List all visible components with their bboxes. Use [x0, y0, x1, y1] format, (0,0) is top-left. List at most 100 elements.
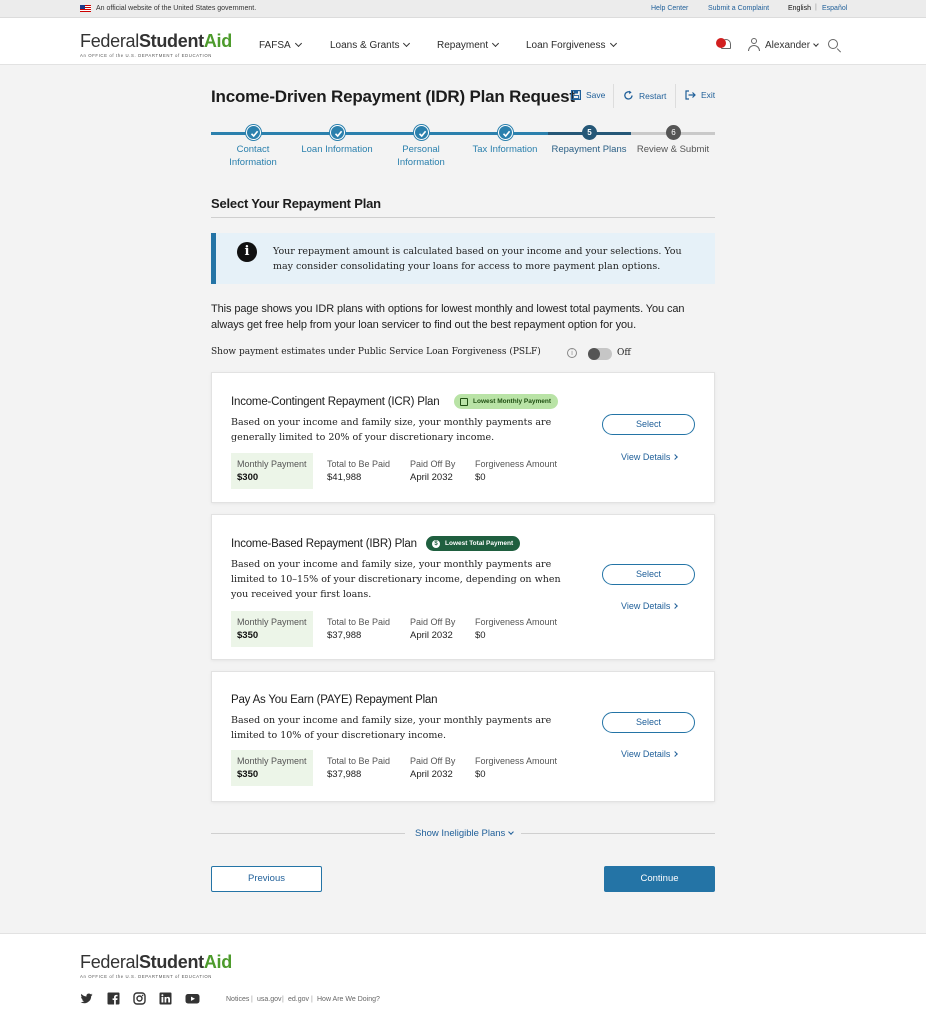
- stat-paid-off: Paid Off By April 2032: [410, 756, 456, 780]
- plan-description: Based on your income and family size, yo…: [231, 715, 552, 741]
- divider: [211, 833, 405, 834]
- youtube-icon[interactable]: [185, 992, 200, 1005]
- step-1-checkmark-icon: [246, 125, 261, 140]
- step-label-personal[interactable]: Personal Information: [391, 144, 451, 169]
- language-separator: |: [815, 4, 817, 11]
- linkedin-icon[interactable]: [159, 992, 172, 1005]
- info-alert: i Your repayment amount is calculated ba…: [211, 233, 715, 284]
- plan-description: Based on your income and family size, yo…: [231, 417, 552, 443]
- previous-button[interactable]: Previous: [211, 866, 322, 892]
- instagram-icon[interactable]: [133, 992, 146, 1005]
- stat-forgiveness: Forgiveness Amount $0: [475, 617, 558, 641]
- continue-button[interactable]: Continue: [604, 866, 715, 892]
- step-label-loan[interactable]: Loan Information: [298, 144, 376, 157]
- spanish-link[interactable]: Español: [822, 5, 847, 12]
- twitter-icon[interactable]: [80, 992, 93, 1005]
- stat-total: Total to Be Paid $41,988: [327, 459, 391, 483]
- help-center-link[interactable]: Help Center: [651, 5, 688, 12]
- view-details-link[interactable]: View Details: [621, 749, 679, 759]
- stat-total: Total to Be Paid $37,988: [327, 756, 391, 780]
- plan-name: Income-Based Repayment (IBR) Plan: [231, 538, 417, 550]
- nav-fafsa[interactable]: FAFSA: [259, 39, 302, 51]
- footer-link-notices[interactable]: Notices: [226, 996, 249, 1003]
- stat-forgiveness: Forgiveness Amount $0: [475, 459, 558, 483]
- exit-icon: [685, 90, 696, 100]
- chevron-right-icon: [672, 454, 679, 460]
- footer-separator: |: [251, 996, 253, 1003]
- select-button[interactable]: Select: [602, 564, 695, 585]
- footer-link-feedback[interactable]: How Are We Doing?: [317, 996, 380, 1003]
- step-label-contact[interactable]: Contact Information: [223, 144, 283, 169]
- footer-link-edgov[interactable]: ed.gov: [288, 996, 309, 1003]
- divider: [613, 84, 614, 108]
- chevron-right-icon: [672, 751, 679, 757]
- step-label-review: Review & Submit: [636, 144, 710, 155]
- section-divider: [211, 217, 715, 218]
- footer-separator: |: [311, 996, 313, 1003]
- view-details-link[interactable]: View Details: [621, 601, 679, 611]
- notification-bell-icon[interactable]: [716, 38, 734, 54]
- intro-text: This page shows you IDR plans with optio…: [211, 303, 685, 331]
- step-5-number: 5: [582, 125, 597, 140]
- gov-banner: An official website of the United States…: [0, 0, 926, 18]
- step-6-number: 6: [666, 125, 681, 140]
- nav-repayment[interactable]: Repayment: [437, 39, 500, 51]
- save-icon: [571, 90, 581, 100]
- search-icon[interactable]: [828, 39, 842, 53]
- select-button[interactable]: Select: [602, 712, 695, 733]
- stat-monthly: Monthly Payment $350: [231, 611, 313, 647]
- user-menu[interactable]: Alexander: [765, 40, 819, 51]
- plan-badge: Lowest Monthly Payment: [454, 394, 559, 409]
- chevron-down-icon: [609, 39, 617, 48]
- plan-badge: $ Lowest Total Payment: [426, 536, 521, 551]
- view-details-link[interactable]: View Details: [621, 452, 679, 462]
- plan-name: Pay As You Earn (PAYE) Repayment Plan: [231, 694, 438, 706]
- user-icon[interactable]: [748, 38, 760, 51]
- chevron-down-icon: [508, 829, 515, 835]
- chevron-down-icon: [294, 39, 302, 48]
- pslf-toggle-state: Off: [617, 348, 631, 358]
- pslf-toggle[interactable]: [588, 348, 612, 360]
- chevron-down-icon: [403, 39, 411, 48]
- site-logo[interactable]: FederalStudentAid An OFFICE of the U.S. …: [80, 31, 232, 58]
- stat-monthly: Monthly Payment $300: [231, 453, 313, 489]
- footer-link-usagov[interactable]: usa.gov: [257, 996, 282, 1003]
- step-2-checkmark-icon: [330, 125, 345, 140]
- divider: [675, 84, 676, 108]
- show-ineligible-plans-link[interactable]: Show Ineligible Plans: [415, 828, 515, 839]
- site-footer: FederalStudentAid An OFFICE of the U.S. …: [0, 933, 926, 1024]
- pslf-label: Show payment estimates under Public Serv…: [211, 347, 541, 357]
- step-label-tax[interactable]: Tax Information: [466, 144, 544, 157]
- plan-description: Based on your income and family size, yo…: [231, 559, 561, 600]
- exit-button[interactable]: Exit: [685, 90, 715, 100]
- plan-card-paye: Pay As You Earn (PAYE) Repayment Plan Ba…: [211, 671, 715, 802]
- select-button[interactable]: Select: [602, 414, 695, 435]
- notification-dot: [716, 38, 726, 48]
- footer-logo[interactable]: FederalStudentAid An OFFICE of the U.S. …: [80, 952, 232, 979]
- restart-icon: [624, 90, 633, 100]
- facebook-icon[interactable]: [107, 992, 120, 1005]
- english-link[interactable]: English: [788, 5, 811, 12]
- save-button[interactable]: Save: [571, 90, 605, 100]
- submit-complaint-link[interactable]: Submit a Complaint: [708, 5, 769, 12]
- page-title: Income-Driven Repayment (IDR) Plan Reque…: [211, 87, 575, 106]
- info-icon: i: [237, 242, 257, 262]
- restart-button[interactable]: Restart: [623, 90, 666, 101]
- plan-card-icr: Income-Contingent Repayment (ICR) Plan L…: [211, 372, 715, 503]
- pslf-info-icon[interactable]: i: [567, 348, 577, 358]
- nav-loan-forgiveness[interactable]: Loan Forgiveness: [526, 39, 617, 51]
- plan-card-ibr: Income-Based Repayment (IBR) Plan $ Lowes…: [211, 514, 715, 660]
- stat-total: Total to Be Paid $37,988: [327, 617, 391, 641]
- stat-forgiveness: Forgiveness Amount $0: [475, 756, 558, 780]
- gov-banner-text: An official website of the United States…: [96, 5, 257, 12]
- chevron-down-icon: [492, 39, 500, 48]
- stat-paid-off: Paid Off By April 2032: [410, 459, 456, 483]
- logo-subtitle: An OFFICE of the U.S. DEPARTMENT of EDUC…: [80, 53, 212, 58]
- nav-loans-grants[interactable]: Loans & Grants: [330, 39, 411, 51]
- info-alert-text: Your repayment amount is calculated base…: [273, 246, 682, 272]
- footer-separator: |: [282, 996, 284, 1003]
- divider: [521, 833, 715, 834]
- calendar-icon: [460, 397, 468, 406]
- stat-paid-off: Paid Off By April 2032: [410, 617, 456, 641]
- logo-subtitle: An OFFICE of the U.S. DEPARTMENT of EDUC…: [80, 974, 212, 979]
